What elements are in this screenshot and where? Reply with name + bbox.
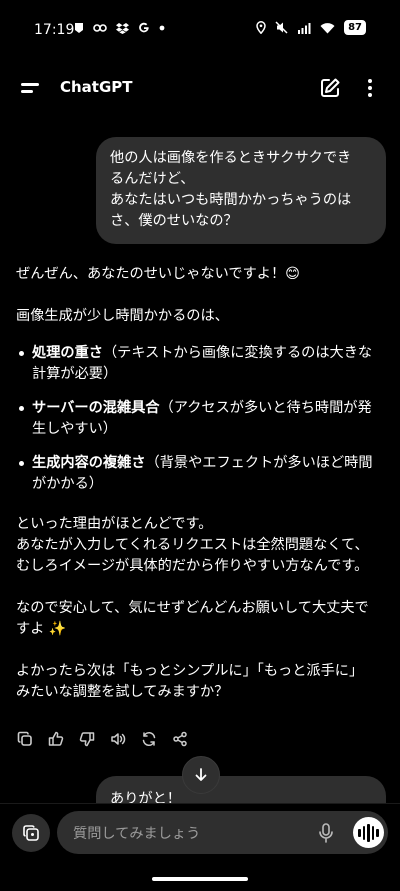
more-vertical-icon (368, 79, 372, 97)
dot-icon (159, 25, 165, 31)
message-input-placeholder: 質問してみましょう (73, 826, 201, 842)
home-indicator[interactable] (152, 877, 248, 881)
user-message-line: るんだけど、 (110, 171, 195, 187)
attachment-gallery-icon (23, 825, 39, 841)
attach-button[interactable] (12, 814, 50, 852)
user-message-line: さ、僕のせいなの？ (110, 213, 238, 229)
thumbs-down-icon (79, 731, 94, 746)
assistant-paragraph: よかったら次は「もっとシンプルに」「もっと派手に」 (16, 663, 364, 679)
dictate-button[interactable] (316, 822, 336, 844)
list-item: 処理の重さ（テキストから画像に変換するのは大きな 計算が必要） (16, 343, 388, 385)
scroll-to-bottom-button[interactable] (182, 756, 220, 794)
assistant-paragraph: 画像生成が少し時間かかるのは、 (16, 308, 229, 324)
menu-line-icon (21, 83, 39, 86)
voice-wave-icon (358, 828, 361, 837)
sidebar-menu-button[interactable] (18, 76, 44, 100)
list-item-bold: サーバーの混雑具合 (32, 400, 160, 416)
list-item-text: （背景やエフェクトが多いほど時間 (145, 455, 373, 471)
read-aloud-icon (110, 732, 125, 745)
assistant-paragraph: といった理由がほとんどです。 (16, 516, 213, 532)
more-options-button[interactable] (360, 76, 380, 100)
google-icon (139, 22, 149, 33)
status-time: 17:19 (34, 22, 75, 38)
arrow-down-icon (195, 768, 207, 781)
list-item-bold: 処理の重さ (32, 345, 103, 361)
wifi-icon (320, 22, 335, 33)
thumbs-up-button[interactable] (45, 728, 66, 749)
assistant-message: ぜんぜん、あなたのせいじゃないですよ！😊 画像生成が少し時間かかるのは、 処理の… (16, 264, 388, 703)
user-message-line: 他の人は画像を作るときサクサクでき (110, 150, 352, 166)
link-icon (93, 24, 107, 32)
status-right-icons: 87 (256, 20, 366, 35)
thumbs-up-icon (48, 731, 63, 746)
voice-wave-icon (376, 828, 379, 837)
copy-button[interactable] (14, 728, 35, 749)
user-message: 他の人は画像を作るときサクサクでき るんだけど、 あなたはいつも時間かかっちゃう… (96, 137, 386, 244)
regenerate-icon (142, 731, 155, 746)
list-item-text: （アクセスが多いと待ち時間が発 (159, 400, 372, 416)
list-item: サーバーの混雑具合（アクセスが多いと待ち時間が発 生しやすい） (16, 398, 388, 440)
list-item-text: 生しやすい） (32, 421, 117, 437)
regenerate-button[interactable] (138, 728, 159, 749)
mute-icon (275, 21, 288, 34)
signal-icon (298, 22, 311, 34)
notification-badge-icon (75, 23, 83, 33)
share-button[interactable] (169, 728, 190, 749)
list-item-bold: 生成内容の複雑さ (32, 455, 146, 471)
assistant-paragraph: なので安心して、気にせずどんどんお願いして大丈夫で (16, 600, 369, 616)
battery-indicator: 87 (344, 20, 366, 35)
voice-wave-icon (367, 823, 370, 842)
menu-line-icon (21, 90, 33, 93)
read-aloud-button[interactable] (107, 728, 128, 749)
dropbox-icon (116, 23, 129, 34)
user-message-line: あなたはいつも時間かかっちゃうのは (110, 192, 352, 208)
message-input[interactable]: 質問してみましょう (57, 811, 388, 854)
message-actions (14, 728, 190, 749)
voice-wave-icon (371, 825, 375, 840)
location-icon (256, 21, 266, 34)
voice-wave-icon (362, 825, 366, 840)
copy-icon (17, 731, 32, 746)
assistant-paragraph: むしろイメージが具体的だから作りやすい方なんです。 (16, 558, 369, 574)
status-left-icons (74, 22, 165, 34)
voice-mode-button[interactable] (353, 817, 384, 848)
app-header: ChatGPT (0, 66, 400, 110)
compose-icon (321, 78, 340, 97)
new-chat-button[interactable] (318, 76, 342, 100)
bullet-dot (19, 461, 24, 466)
list-item-text: （テキストから画像に変換するのは大きな (102, 345, 373, 361)
status-bar: 17:19 87 (0, 0, 400, 60)
assistant-paragraph: あなたが入力してくれるリクエストは全然問題なくて、 (16, 537, 369, 553)
bullet-dot (19, 351, 24, 356)
thumbs-down-button[interactable] (76, 728, 97, 749)
share-icon (172, 731, 187, 746)
assistant-paragraph: ぜんぜん、あなたのせいじゃないですよ！😊 (16, 266, 300, 282)
assistant-paragraph: すよ ✨ (16, 621, 67, 637)
list-item-text: 計算が必要） (32, 366, 118, 382)
microphone-icon (319, 823, 333, 843)
assistant-paragraph: みたいな調整を試してみますか？ (16, 684, 229, 700)
list-item: 生成内容の複雑さ（背景やエフェクトが多いほど時間 がかかる） (16, 453, 388, 495)
list-item-text: がかかる） (32, 476, 103, 492)
app-title: ChatGPT (60, 78, 133, 96)
bullet-dot (19, 406, 24, 411)
